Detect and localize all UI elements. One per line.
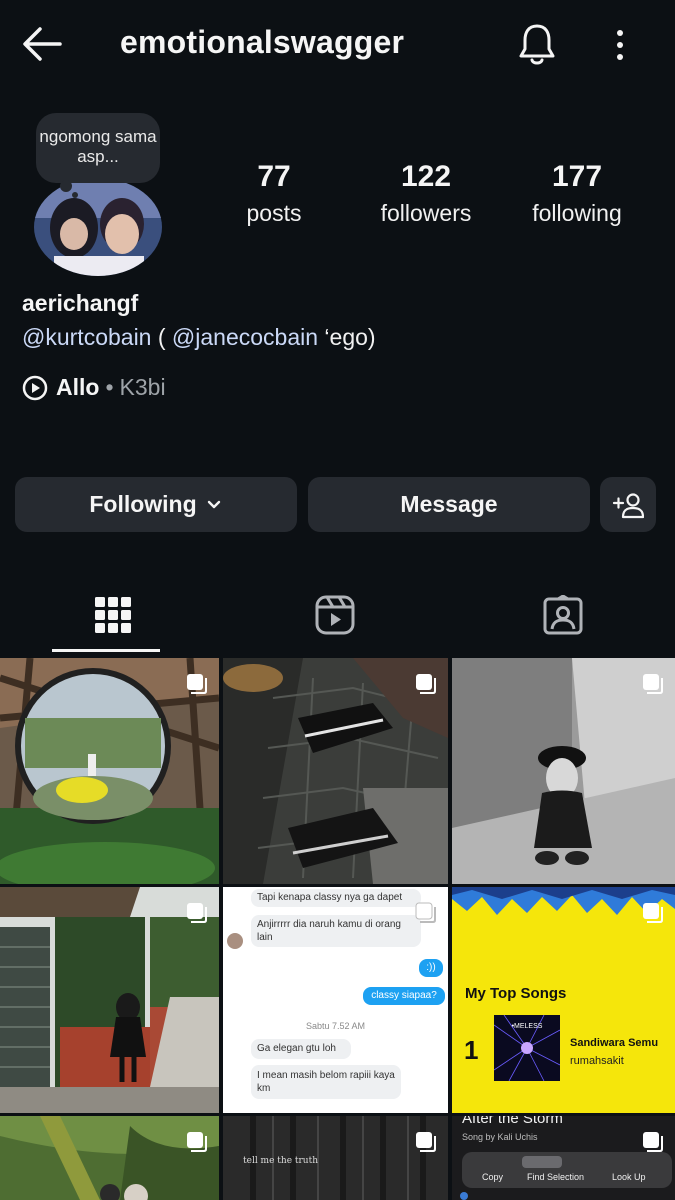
add-person-icon bbox=[612, 492, 644, 518]
text-selection-menu bbox=[462, 1152, 672, 1188]
carousel-icon bbox=[187, 1132, 207, 1152]
post-song-screenshot[interactable]: After the Storm Song by Kali Uchis Copy … bbox=[452, 1116, 675, 1200]
carousel-icon bbox=[416, 1132, 436, 1152]
post-mirror-photo[interactable] bbox=[0, 658, 219, 884]
post-moss-photo[interactable] bbox=[0, 1116, 219, 1200]
carousel-icon bbox=[416, 674, 436, 694]
menu-find-selection[interactable]: Find Selection bbox=[527, 1172, 584, 1182]
carousel-icon bbox=[643, 1132, 663, 1152]
back-arrow-icon[interactable] bbox=[20, 24, 64, 64]
following-label: following bbox=[532, 200, 622, 226]
music-separator: • bbox=[105, 374, 114, 400]
storm-title: After the Storm bbox=[462, 1116, 563, 1127]
chat-message-2: Anjirrrrr dia naruh kamu di orang lain bbox=[251, 915, 421, 947]
profile-tabs bbox=[0, 575, 675, 655]
carousel-icon bbox=[643, 674, 663, 694]
more-options-icon[interactable] bbox=[605, 25, 635, 65]
post-grid: Tapi kenapa classy nya ga dapet Anjirrrr… bbox=[0, 658, 675, 1200]
profile-music[interactable]: Allo • K3bi bbox=[22, 374, 166, 401]
reels-icon bbox=[315, 595, 354, 635]
spotify-heading: My Top Songs bbox=[465, 985, 567, 1002]
following-button[interactable]: Following bbox=[15, 477, 297, 532]
following-count: 177 bbox=[551, 160, 603, 193]
chat-message-6: I mean masih belom rapiii kaya km bbox=[251, 1065, 401, 1099]
message-button[interactable]: Message bbox=[308, 477, 590, 532]
chat-message-1: Tapi kenapa classy nya ga dapet bbox=[251, 889, 421, 907]
note-tail-dot bbox=[60, 180, 72, 192]
chevron-down-icon bbox=[207, 500, 220, 508]
carousel-icon bbox=[187, 674, 207, 694]
menu-copy[interactable]: Copy bbox=[482, 1172, 503, 1182]
music-song: Allo bbox=[56, 374, 100, 400]
chat-message-3: :)) bbox=[419, 959, 443, 977]
bio-mention-kurtcobain[interactable]: @kurtcobain bbox=[22, 324, 151, 350]
profile-note-bubble[interactable]: ngomong sama asp... bbox=[36, 113, 160, 183]
notification-bell-icon[interactable] bbox=[516, 22, 558, 66]
profile-avatar[interactable] bbox=[34, 178, 162, 276]
spotify-cover-text: •MELESS bbox=[511, 1023, 543, 1030]
spotify-artist: rumahsakit bbox=[570, 1055, 624, 1067]
message-button-label: Message bbox=[400, 491, 498, 517]
followers-stat[interactable]: 122 followers bbox=[351, 160, 501, 228]
tagged-person-icon bbox=[543, 595, 582, 635]
post-bw-portrait[interactable] bbox=[452, 658, 675, 884]
display-name: aerichangf bbox=[22, 290, 139, 316]
spotify-album-cover: •MELESS bbox=[494, 1015, 560, 1081]
bio-mention-janecocbain[interactable]: @janecocbain bbox=[172, 324, 318, 350]
post-house-photo[interactable] bbox=[0, 887, 219, 1113]
top-bar: emotionalswagger bbox=[0, 0, 675, 90]
tab-reels[interactable] bbox=[222, 575, 447, 655]
chat-avatar bbox=[227, 933, 243, 949]
spotify-rank: 1 bbox=[464, 1035, 479, 1065]
carousel-icon bbox=[187, 903, 207, 923]
posts-stat[interactable]: 77 posts bbox=[199, 160, 349, 228]
post-spotify-top-songs[interactable]: My Top Songs 1 •MELESS Sandiwara Semu ru… bbox=[452, 887, 675, 1113]
posts-label: posts bbox=[246, 200, 302, 226]
followers-count: 122 bbox=[400, 160, 452, 193]
music-artist: K3bi bbox=[119, 374, 166, 400]
menu-look-up[interactable]: Look Up bbox=[612, 1172, 646, 1182]
post-chat-screenshot[interactable]: Tapi kenapa classy nya ga dapet Anjirrrr… bbox=[223, 887, 448, 1113]
chat-message-4: classy siapaa? bbox=[363, 987, 445, 1005]
posts-count: 77 bbox=[257, 160, 291, 193]
forest-caption: tell me the truth bbox=[243, 1156, 319, 1166]
selection-handle bbox=[460, 1192, 468, 1200]
bio: @kurtcobain ( @janecocbain ‘ego) bbox=[22, 324, 376, 351]
followers-label: followers bbox=[380, 200, 472, 226]
menu-highlight bbox=[522, 1156, 562, 1168]
post-shoes-photo[interactable] bbox=[223, 658, 448, 884]
page-title: emotionalswagger bbox=[120, 24, 405, 60]
chat-message-5: Ga elegan gtu loh bbox=[251, 1039, 351, 1059]
grid-icon bbox=[94, 597, 131, 633]
post-dark-forest[interactable]: tell me the truth bbox=[223, 1116, 448, 1200]
tab-tagged[interactable] bbox=[450, 575, 675, 655]
tab-grid[interactable] bbox=[0, 575, 225, 655]
carousel-icon bbox=[643, 903, 663, 923]
spotify-song: Sandiwara Semu bbox=[570, 1037, 659, 1049]
bio-text: ( bbox=[151, 324, 172, 350]
chat-timestamp: Sabtu 7.52 AM bbox=[305, 1021, 366, 1031]
note-tail-dot-small bbox=[72, 192, 78, 198]
suggested-users-button[interactable] bbox=[600, 477, 656, 532]
following-stat[interactable]: 177 following bbox=[502, 160, 652, 228]
bio-text-tail: ‘ego) bbox=[318, 324, 376, 350]
carousel-icon bbox=[415, 902, 436, 923]
play-circle-icon bbox=[22, 375, 48, 400]
active-tab-indicator bbox=[52, 649, 160, 652]
storm-subtitle: Song by Kali Uchis bbox=[462, 1132, 538, 1142]
following-button-label: Following bbox=[89, 491, 197, 517]
